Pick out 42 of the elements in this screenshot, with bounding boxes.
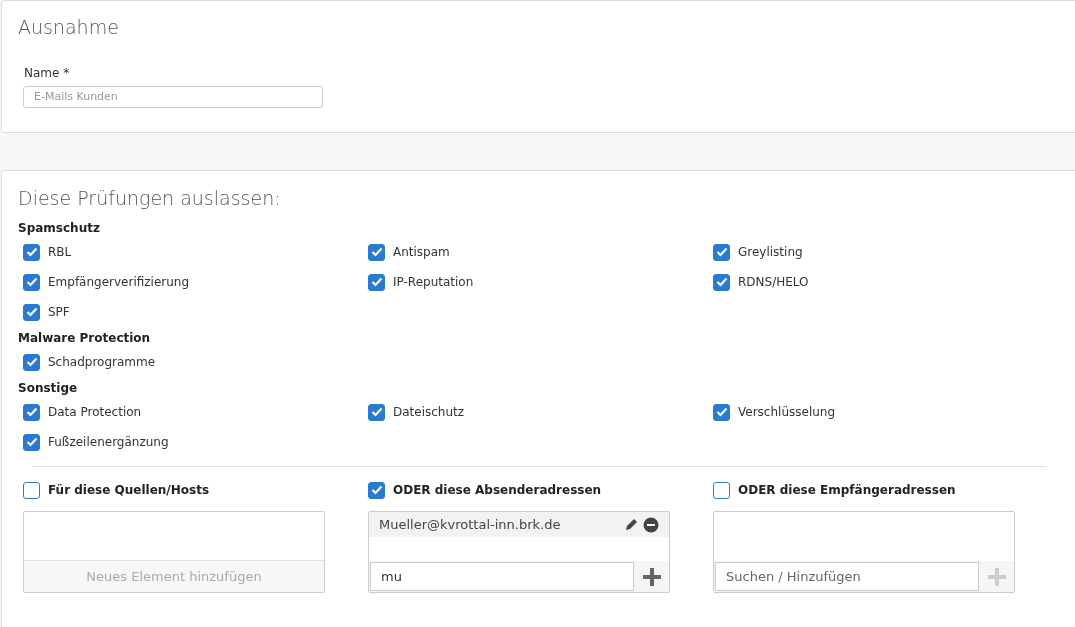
checkbox-label: RBL bbox=[48, 245, 72, 259]
checkbox-label: IP-Reputation bbox=[393, 275, 474, 289]
remove-icon[interactable] bbox=[643, 516, 659, 533]
checkbox-label: Greylisting bbox=[738, 245, 803, 259]
checkbox[interactable] bbox=[23, 403, 40, 421]
checkbox[interactable] bbox=[23, 303, 40, 321]
checkbox[interactable] bbox=[23, 353, 40, 371]
checkbox[interactable] bbox=[368, 481, 385, 499]
section-title: Ausnahme bbox=[18, 16, 120, 38]
checkbox-label: ODER diese Absenderadressen bbox=[393, 483, 602, 497]
name-field[interactable]: E-Mails Kunden bbox=[23, 85, 323, 108]
checkbox[interactable] bbox=[713, 273, 730, 291]
field-label: Name * bbox=[24, 66, 71, 80]
checkbox-label: Antispam bbox=[393, 245, 450, 259]
checkbox-label: Fußzeilenergänzung bbox=[48, 435, 169, 449]
checkbox[interactable] bbox=[713, 403, 730, 421]
search-add-field[interactable]: Suchen / Hinzufügen bbox=[715, 562, 979, 591]
search-add-field[interactable]: mu bbox=[370, 562, 634, 591]
checkbox-label: Verschlüsselung bbox=[738, 405, 836, 419]
checkbox[interactable] bbox=[23, 481, 40, 499]
checkbox[interactable] bbox=[713, 481, 730, 499]
checkbox[interactable] bbox=[713, 243, 730, 261]
checkbox-label: ODER diese Empfängeradressen bbox=[738, 483, 956, 497]
checkbox-label: Für diese Quellen/Hosts bbox=[48, 483, 210, 497]
checkbox-label: Data Protection bbox=[48, 405, 142, 419]
checkbox[interactable] bbox=[23, 433, 40, 451]
pencil-icon[interactable] bbox=[624, 517, 639, 532]
checkbox-label: RDNS/HELO bbox=[738, 275, 809, 289]
checkbox-label: Schadprogramme bbox=[48, 355, 156, 369]
checkbox-label: Empfängerverifizierung bbox=[48, 275, 190, 289]
checkbox[interactable] bbox=[368, 273, 385, 291]
section-title: Diese Prüfungen auslassen: bbox=[18, 187, 282, 209]
checkbox[interactable] bbox=[368, 243, 385, 261]
group-heading: Spamschutz bbox=[18, 220, 101, 237]
checkbox[interactable] bbox=[23, 243, 40, 261]
group-heading: Malware Protection bbox=[18, 330, 152, 347]
plus-icon[interactable] bbox=[643, 567, 661, 586]
checkbox-label: Dateischutz bbox=[393, 405, 465, 419]
group-heading: Sonstige bbox=[18, 380, 79, 397]
checkbox[interactable] bbox=[368, 403, 385, 421]
checkbox-label: SPF bbox=[48, 305, 70, 319]
checkbox[interactable] bbox=[23, 273, 40, 291]
